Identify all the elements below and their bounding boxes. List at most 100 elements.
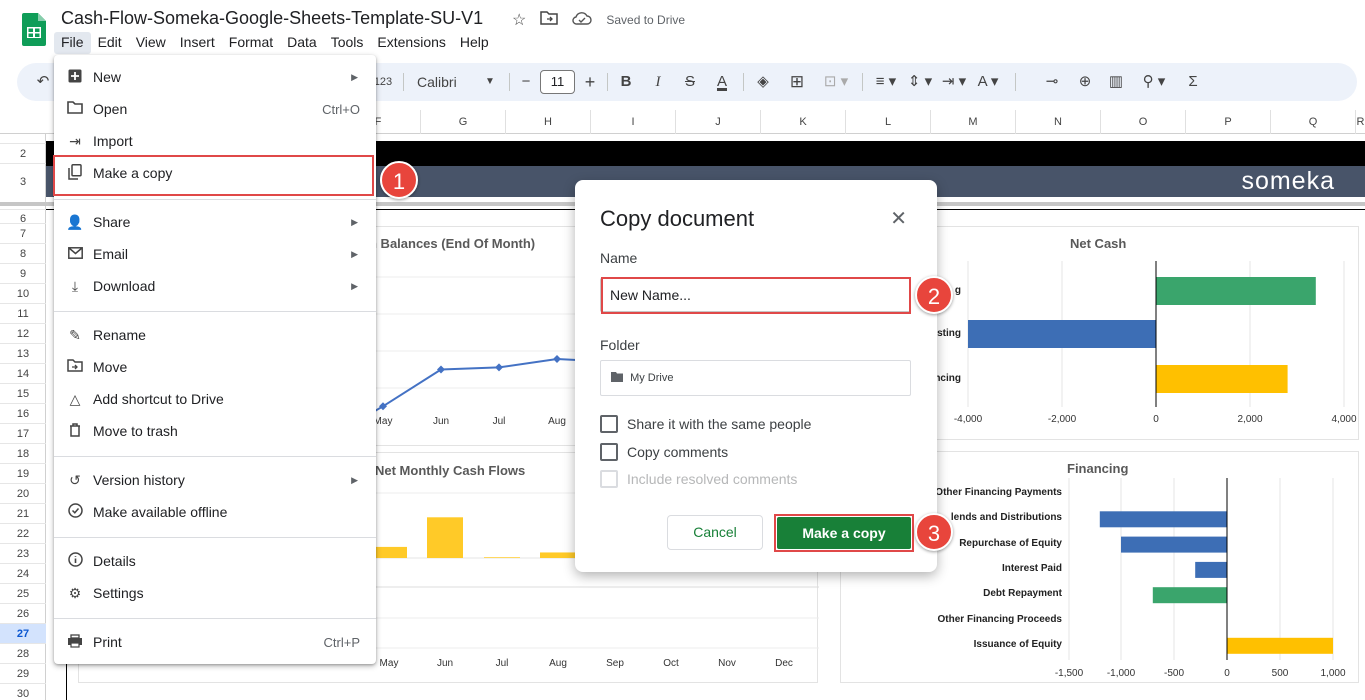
menu-item-details[interactable]: Details xyxy=(54,545,376,577)
menu-edit[interactable]: Edit xyxy=(91,32,129,54)
x-tick-label: Nov xyxy=(718,658,736,669)
menu-item-download[interactable]: ⤓ Download ▶ xyxy=(54,270,376,302)
row-header[interactable]: 28 xyxy=(0,643,46,663)
menu-item-settings[interactable]: ⚙ Settings xyxy=(54,577,376,609)
star-icon[interactable]: ☆ xyxy=(512,10,526,30)
functions-button[interactable]: Σ xyxy=(1182,63,1204,101)
row-header[interactable]: 17 xyxy=(0,423,46,443)
copy-comments-option[interactable]: Copy comments xyxy=(600,442,728,462)
row-header[interactable]: 24 xyxy=(0,563,46,583)
borders-icon[interactable]: ⊞ xyxy=(787,63,807,101)
undo-icon[interactable]: ↶ xyxy=(33,63,53,101)
row-header[interactable]: 15 xyxy=(0,383,46,403)
insert-comment-icon[interactable]: ⊕ xyxy=(1074,63,1096,101)
menu-format[interactable]: Format xyxy=(222,32,280,54)
row-header[interactable]: 21 xyxy=(0,503,46,523)
column-header[interactable]: L xyxy=(845,110,930,134)
row-header[interactable]: 12 xyxy=(0,323,46,343)
close-icon[interactable]: ✕ xyxy=(890,206,907,231)
column-header[interactable]: O xyxy=(1100,110,1185,134)
column-header[interactable]: N xyxy=(1015,110,1100,134)
menu-item-import[interactable]: ⇥ Import xyxy=(54,125,376,157)
menu-item-move[interactable]: Move xyxy=(54,351,376,383)
text-wrap-icon[interactable]: ⇥ ▾ xyxy=(938,63,970,101)
menu-item-new[interactable]: New ▶ xyxy=(54,61,376,93)
menu-file[interactable]: File xyxy=(54,32,91,54)
text-rotation-icon[interactable]: A ▾ xyxy=(972,63,1004,101)
bar xyxy=(427,517,463,558)
row-header[interactable]: 22 xyxy=(0,523,46,543)
row-header[interactable]: 9 xyxy=(0,263,46,283)
font-family-select[interactable]: Calibri xyxy=(417,63,467,101)
row-header[interactable]: 20 xyxy=(0,483,46,503)
folder-picker[interactable]: My Drive xyxy=(600,360,911,396)
column-header[interactable]: G xyxy=(420,110,505,134)
row-header[interactable]: 30 xyxy=(0,683,46,700)
menu-extensions[interactable]: Extensions xyxy=(370,32,452,54)
menu-item-add-shortcut[interactable]: △ Add shortcut to Drive xyxy=(54,383,376,415)
strikethrough-button[interactable]: S xyxy=(681,63,699,101)
bold-button[interactable]: B xyxy=(617,63,635,101)
document-title[interactable]: Cash-Flow-Someka-Google-Sheets-Template-… xyxy=(61,8,483,29)
menu-item-email[interactable]: Email ▶ xyxy=(54,238,376,270)
row-header[interactable]: 11 xyxy=(0,303,46,323)
line-point xyxy=(495,363,503,372)
column-header[interactable]: H xyxy=(505,110,590,134)
row-header[interactable]: 7 xyxy=(0,223,46,243)
menu-item-offline[interactable]: Make available offline xyxy=(54,496,376,528)
font-size-input[interactable]: 11 xyxy=(540,70,575,94)
insert-link-icon[interactable]: ⊸ xyxy=(1041,63,1063,101)
row-header-selected[interactable]: 27 xyxy=(0,623,46,643)
menu-help[interactable]: Help xyxy=(453,32,496,54)
row-header[interactable]: 8 xyxy=(0,243,46,263)
menu-item-move-to-trash[interactable]: Move to trash xyxy=(54,415,376,447)
row-header[interactable]: 14 xyxy=(0,363,46,383)
row-header[interactable]: 18 xyxy=(0,443,46,463)
row-header[interactable]: 29 xyxy=(0,663,46,683)
cloud-saved-icon[interactable] xyxy=(572,11,593,30)
share-same-people-option[interactable]: Share it with the same people xyxy=(600,414,811,434)
column-header[interactable]: R xyxy=(1355,110,1365,134)
menu-item-print[interactable]: Print Ctrl+P xyxy=(54,626,376,658)
menu-item-version-history[interactable]: ↺ Version history ▶ xyxy=(54,464,376,496)
row-header[interactable]: 16 xyxy=(0,403,46,423)
row-header[interactable]: 25 xyxy=(0,583,46,603)
column-header[interactable]: Q xyxy=(1270,110,1355,134)
column-header[interactable]: I xyxy=(590,110,675,134)
menu-view[interactable]: View xyxy=(129,32,173,54)
insert-chart-icon[interactable]: ▥ xyxy=(1105,63,1127,101)
column-header[interactable]: P xyxy=(1185,110,1270,134)
text-color-button[interactable]: A xyxy=(713,63,731,101)
submenu-arrow-icon: ▶ xyxy=(351,216,358,227)
align-vertical-icon[interactable]: ⇕ ▾ xyxy=(904,63,936,101)
menu-item-share[interactable]: 👤 Share ▶ xyxy=(54,206,376,238)
menu-item-rename[interactable]: ✎ Rename xyxy=(54,319,376,351)
row-header[interactable]: 10 xyxy=(0,283,46,303)
sheets-logo-icon[interactable] xyxy=(22,13,46,46)
row-header[interactable]: 19 xyxy=(0,463,46,483)
italic-button[interactable]: I xyxy=(649,63,667,101)
row-header[interactable]: 26 xyxy=(0,603,46,623)
row-header[interactable]: 13 xyxy=(0,343,46,363)
column-header[interactable]: K xyxy=(760,110,845,134)
merge-cells-icon[interactable]: ⊡ ▾ xyxy=(819,63,853,101)
move-to-folder-icon[interactable] xyxy=(540,10,559,30)
align-horizontal-icon[interactable]: ≡ ▾ xyxy=(870,63,902,101)
menu-item-open[interactable]: Open Ctrl+O xyxy=(54,93,376,125)
decrease-font-size-button[interactable]: − xyxy=(517,63,535,101)
font-dropdown-icon[interactable]: ▼ xyxy=(483,63,497,101)
copy-comments-checkbox[interactable] xyxy=(600,443,618,461)
increase-font-size-button[interactable]: + xyxy=(581,63,599,101)
filter-icon[interactable]: ⚲ ▾ xyxy=(1137,63,1171,101)
share-same-people-checkbox[interactable] xyxy=(600,415,618,433)
row-header[interactable]: 3 xyxy=(0,163,46,200)
column-header[interactable]: J xyxy=(675,110,760,134)
row-header[interactable]: 2 xyxy=(0,143,46,163)
fill-color-icon[interactable]: ◈ xyxy=(753,63,773,101)
menu-insert[interactable]: Insert xyxy=(173,32,222,54)
menu-data[interactable]: Data xyxy=(280,32,324,54)
row-header[interactable]: 23 xyxy=(0,543,46,563)
cancel-button[interactable]: Cancel xyxy=(667,515,763,550)
column-header[interactable]: M xyxy=(930,110,1015,134)
menu-tools[interactable]: Tools xyxy=(324,32,371,54)
